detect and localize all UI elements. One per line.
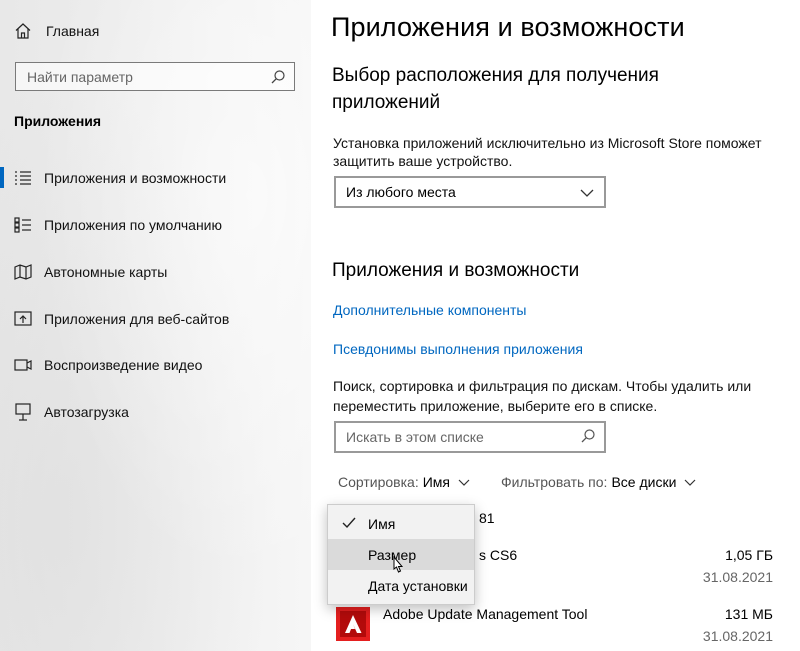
install-source-value: Из любого места [346, 184, 456, 200]
sort-option-label: Дата установки [368, 577, 468, 594]
sort-selector[interactable]: Сортировка: Имя [338, 474, 470, 490]
app-name: Adobe Update Management Tool [383, 606, 588, 622]
app-size: 131 МБ [724, 606, 773, 622]
app-size: 1,05 ГБ [725, 547, 773, 563]
checkmark-icon [342, 516, 356, 532]
video-icon [13, 357, 33, 373]
mouse-cursor-icon [391, 555, 405, 581]
install-source-dropdown[interactable]: Из любого места [334, 176, 606, 208]
web-apps-icon [13, 311, 33, 327]
filter-label: Фильтровать по: [501, 474, 608, 490]
sidebar-item-video-playback[interactable]: Воспроизведение видео [0, 345, 311, 385]
sidebar-item-startup[interactable]: Автозагрузка [0, 392, 311, 432]
search-text-line1: Поиск, сортировка и фильтрация по дискам… [333, 378, 752, 394]
adobe-icon [333, 604, 373, 644]
sidebar: Главная Найти параметр Приложения Прилож… [0, 0, 311, 651]
sidebar-item-apps-features[interactable]: Приложения и возможности [0, 158, 311, 198]
sort-label: Сортировка: [338, 474, 419, 490]
sidebar-item-label: Приложения по умолчанию [44, 217, 222, 233]
filter-selector[interactable]: Фильтровать по: Все диски [501, 474, 696, 490]
sort-option-name[interactable]: Имя [328, 508, 474, 539]
sidebar-item-label: Приложения для веб-сайтов [44, 311, 230, 327]
sort-menu: Имя Размер Дата установки [327, 504, 475, 605]
app-aliases-link[interactable]: Псевдонимы выполнения приложения [333, 341, 583, 357]
sidebar-item-label: Автозагрузка [44, 404, 129, 420]
filter-value: Все диски [611, 474, 677, 490]
install-heading-line2: приложений [332, 92, 441, 113]
sidebar-item-default-apps[interactable]: Приложения по умолчанию [0, 205, 311, 245]
home-icon [14, 22, 36, 40]
default-apps-icon [13, 217, 33, 233]
home-nav-item[interactable]: Главная [14, 20, 99, 42]
sort-option-label: Имя [368, 515, 396, 532]
search-placeholder: Найти параметр [27, 68, 133, 85]
app-date: 31.08.2021 [702, 569, 773, 585]
search-text-line2: переместить приложение, выберите его в с… [333, 398, 658, 414]
sidebar-item-offline-maps[interactable]: Автономные карты [0, 252, 311, 292]
chevron-down-icon [684, 479, 696, 486]
sidebar-item-label: Воспроизведение видео [44, 357, 203, 373]
chevron-down-icon [458, 479, 470, 486]
install-text-line1: Установка приложений исключительно из Mi… [333, 135, 762, 151]
app-name: s CS6 [479, 547, 518, 563]
search-icon [580, 428, 596, 447]
apps-heading: Приложения и возможности [332, 260, 580, 281]
search-icon [270, 69, 286, 85]
sort-value: Имя [422, 474, 451, 490]
list-icon [13, 170, 33, 186]
install-text-line2: защитить ваше устройство. [333, 153, 513, 169]
settings-search-input[interactable]: Найти параметр [15, 62, 295, 91]
startup-icon [13, 403, 33, 421]
sidebar-item-label: Приложения и возможности [44, 170, 227, 186]
page-title: Приложения и возможности [331, 12, 685, 42]
chevron-down-icon [580, 184, 594, 200]
app-name: 81 [479, 510, 495, 526]
optional-features-link[interactable]: Дополнительные компоненты [333, 302, 527, 318]
app-date: 31.08.2021 [702, 628, 773, 644]
app-list-item[interactable]: Adobe Update Management Tool 131 МБ 31.0… [333, 604, 773, 651]
section-title: Приложения [14, 113, 102, 129]
install-heading-line1: Выбор расположения для получения [332, 65, 659, 86]
list-search-placeholder: Искать в этом списке [346, 429, 484, 445]
map-icon [13, 264, 33, 280]
home-label: Главная [46, 23, 100, 39]
sidebar-item-label: Автономные карты [44, 264, 168, 280]
app-list-search-input[interactable]: Искать в этом списке [334, 421, 606, 453]
sidebar-item-web-apps[interactable]: Приложения для веб-сайтов [0, 299, 311, 339]
